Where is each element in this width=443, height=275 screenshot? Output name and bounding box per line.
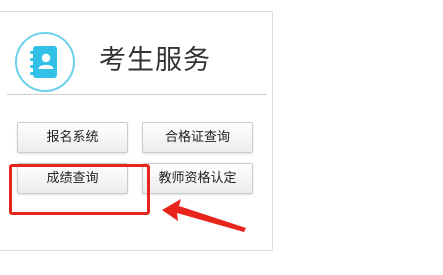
divider bbox=[7, 94, 267, 95]
certificate-query-button[interactable]: 合格证查询 bbox=[142, 122, 253, 153]
registration-system-button[interactable]: 报名系统 bbox=[17, 122, 128, 153]
teacher-qualification-button[interactable]: 教师资格认定 bbox=[142, 163, 253, 194]
annotation-highlight-box bbox=[9, 164, 150, 215]
contact-book-icon bbox=[15, 32, 75, 92]
service-title: 考生服务 bbox=[99, 45, 211, 76]
